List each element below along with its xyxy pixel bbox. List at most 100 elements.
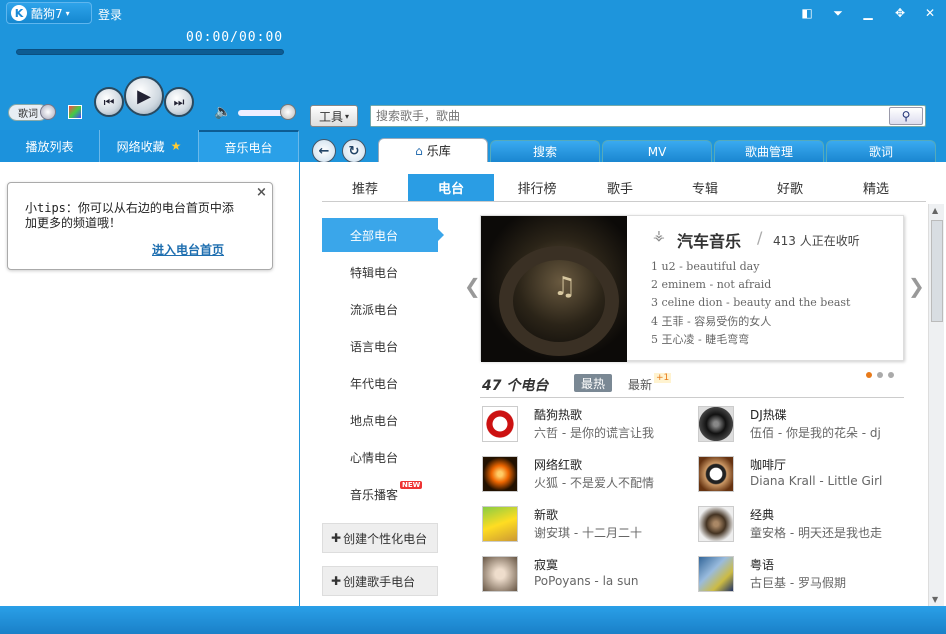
create-label: 创建个性化电台 xyxy=(343,531,428,546)
subtab-recommend[interactable]: 推荐 xyxy=(322,174,408,201)
list-item[interactable]: 粤语 古巨基 - 罗马假期 xyxy=(698,556,898,602)
side-era-radio[interactable]: 年代电台 xyxy=(322,366,438,400)
sort-hot-button[interactable]: 最热 xyxy=(574,374,612,392)
side-special-radio[interactable]: 特辑电台 xyxy=(322,255,438,289)
featured-song[interactable]: 4 王菲 - 容易受伤的女人 xyxy=(651,313,771,329)
search-button[interactable]: ⚲ xyxy=(889,107,923,125)
close-icon[interactable]: ✕ xyxy=(920,4,940,22)
enter-radio-home-link[interactable]: 进入电台首页 xyxy=(152,241,224,258)
station-thumb xyxy=(482,406,518,442)
tab-radio[interactable]: 音乐电台 xyxy=(199,130,299,162)
subtab-singers[interactable]: 歌手 xyxy=(580,174,660,201)
list-item[interactable]: 经典 童安格 - 明天还是我也走 xyxy=(698,506,898,552)
scroll-thumb[interactable] xyxy=(931,220,943,322)
station-song: Diana Krall - Little Girl xyxy=(750,474,883,488)
volume-knob[interactable] xyxy=(280,104,296,120)
station-name: 经典 xyxy=(750,508,775,522)
back-button[interactable]: ← xyxy=(312,139,336,163)
station-song: 伍佰 - 你是我的花朵 - dj xyxy=(750,426,881,440)
tab-label: 网络收藏 xyxy=(116,139,165,154)
scroll-down-icon[interactable]: ▼ xyxy=(932,595,938,604)
station-thumb xyxy=(698,406,734,442)
tab-label: 音乐电台 xyxy=(224,140,273,155)
list-item[interactable]: 咖啡厅 Diana Krall - Little Girl xyxy=(698,456,898,502)
mini-mode-icon[interactable]: ◧ xyxy=(797,4,817,22)
subtab-radio[interactable]: 电台 xyxy=(408,174,494,201)
prev-icon: ⏮ xyxy=(103,94,115,109)
list-item[interactable]: 网络红歌 火狐 - 不是爱人不配情 xyxy=(482,456,682,502)
latest-count-badge: +1 xyxy=(654,373,672,383)
featured-song[interactable]: 1 u2 - beautiful day xyxy=(651,260,759,273)
list-item[interactable]: 新歌 谢安琪 - 十二月二十 xyxy=(482,506,682,552)
tools-label: 工具 xyxy=(318,109,343,124)
subtab-albums[interactable]: 专辑 xyxy=(660,174,750,201)
featured-radio[interactable]: ♫ ⚶ 汽车音乐 / 413 人正在收听 1 u2 - beautiful da… xyxy=(480,215,904,362)
tab-favorites[interactable]: 网络收藏 ★ xyxy=(100,130,199,162)
featured-song[interactable]: 2 eminem - not afraid xyxy=(651,278,771,291)
featured-song[interactable]: 3 celine dion - beauty and the beast xyxy=(651,296,850,309)
arrow-left-icon: ← xyxy=(318,143,330,159)
station-count: 47 个电台 xyxy=(482,378,549,394)
play-button[interactable]: ▶ xyxy=(124,76,164,116)
list-item[interactable]: 酷狗热歌 六哲 - 是你的谎言让我 xyxy=(482,406,682,452)
subtab-featured[interactable]: 精选 xyxy=(830,174,922,201)
create-label: 创建歌手电台 xyxy=(343,574,416,589)
search-input[interactable] xyxy=(371,106,887,126)
station-name: 酷狗热歌 xyxy=(534,408,583,422)
lyric-toggle-knob[interactable] xyxy=(40,104,56,120)
carousel-dot[interactable] xyxy=(888,372,894,378)
skin-menu-icon[interactable]: ⏷ xyxy=(828,4,848,22)
side-all-radio[interactable]: 全部电台 xyxy=(322,218,438,252)
tips-close-icon[interactable]: × xyxy=(256,185,267,200)
create-singer-radio-button[interactable]: ✚ 创建歌手电台 xyxy=(322,566,438,596)
settings-icon[interactable]: ✥ xyxy=(890,4,910,22)
sort-latest-button[interactable]: 最新 xyxy=(628,376,652,393)
carousel-next-icon[interactable]: ❯ xyxy=(908,274,925,298)
scroll-up-icon[interactable]: ▲ xyxy=(932,206,938,215)
home-icon: ⌂ xyxy=(415,143,423,158)
subtab-good-songs[interactable]: 好歌 xyxy=(750,174,830,201)
tab-label: 歌词 xyxy=(868,145,893,159)
list-item[interactable]: DJ热碟 伍佰 - 你是我的花朵 - dj xyxy=(698,406,898,452)
tab-lyrics[interactable]: 歌词 xyxy=(826,140,936,162)
side-genre-radio[interactable]: 流派电台 xyxy=(322,292,438,326)
subtab-charts[interactable]: 排行榜 xyxy=(494,174,580,201)
carousel-dots xyxy=(866,372,894,378)
create-custom-radio-button[interactable]: ✚ 创建个性化电台 xyxy=(322,523,438,553)
next-button[interactable]: ⏭ xyxy=(164,87,194,117)
prev-button[interactable]: ⏮ xyxy=(94,87,124,117)
station-thumb xyxy=(698,456,734,492)
list-item[interactable]: 寂寞 PoPoyans - la sun xyxy=(482,556,682,602)
tab-mv[interactable]: MV xyxy=(602,140,712,162)
featured-listeners: 413 人正在收听 xyxy=(773,234,860,248)
tools-button[interactable]: 工具 ▾ xyxy=(310,105,358,127)
login-link[interactable]: 登录 xyxy=(98,6,122,23)
tab-search[interactable]: 搜索 xyxy=(490,140,600,162)
tab-library[interactable]: ⌂ 乐库 xyxy=(378,138,488,162)
progress-bar[interactable] xyxy=(16,49,284,55)
refresh-button[interactable]: ↻ xyxy=(342,139,366,163)
volume-icon[interactable]: 🔈 xyxy=(214,104,231,120)
tab-song-manage[interactable]: 歌曲管理 xyxy=(714,140,824,162)
scrollbar[interactable]: ▲ ▼ xyxy=(928,204,944,606)
search-box: ⚲ xyxy=(370,105,926,127)
station-name: 新歌 xyxy=(534,508,559,522)
side-mood-radio[interactable]: 心情电台 xyxy=(322,440,438,474)
side-podcast[interactable]: 音乐播客 NEW xyxy=(322,477,438,511)
station-name: DJ热碟 xyxy=(750,408,787,422)
tab-label: 播放列表 xyxy=(25,139,74,154)
carousel-dot[interactable] xyxy=(877,372,883,378)
carousel-dot[interactable] xyxy=(866,372,872,378)
station-song: 火狐 - 不是爱人不配情 xyxy=(534,476,654,490)
minimize-icon[interactable]: ▁ xyxy=(858,4,878,22)
color-palette-icon[interactable] xyxy=(68,105,82,119)
featured-image: ♫ xyxy=(481,216,627,362)
side-language-radio[interactable]: 语言电台 xyxy=(322,329,438,363)
divider xyxy=(480,397,904,398)
side-location-radio[interactable]: 地点电台 xyxy=(322,403,438,437)
carousel-prev-icon[interactable]: ❮ xyxy=(464,274,481,298)
station-thumb xyxy=(698,556,734,592)
app-menu-button[interactable]: K 酷狗7 ▾ xyxy=(6,2,92,24)
featured-song[interactable]: 5 王心凌 - 睫毛弯弯 xyxy=(651,331,749,347)
tab-playlist[interactable]: 播放列表 xyxy=(0,130,100,162)
